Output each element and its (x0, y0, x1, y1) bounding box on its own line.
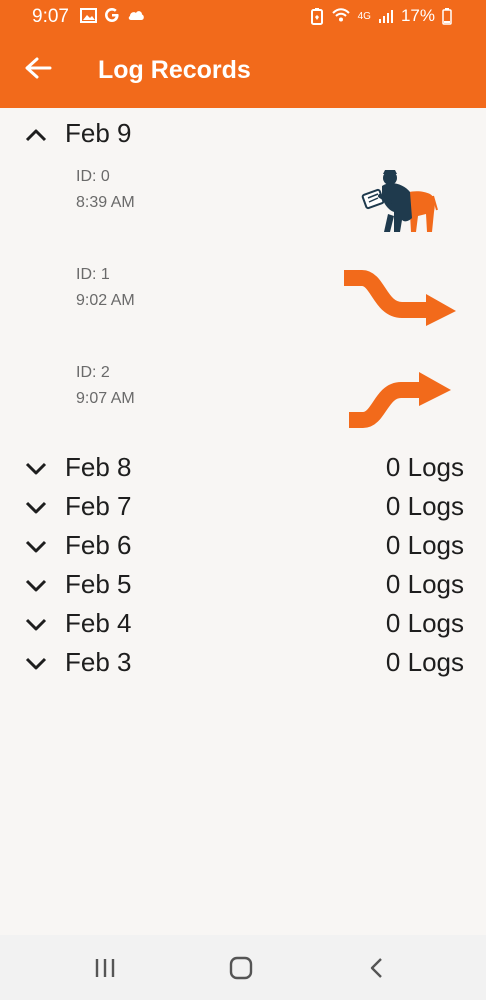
curved-arrow-right-down-icon (344, 270, 456, 326)
group-date: Feb 3 (65, 647, 132, 677)
image-icon (80, 7, 97, 23)
record-id: ID: 0 (76, 168, 110, 185)
group-log-count: 0 Logs (385, 647, 464, 677)
group-log-count: 0 Logs (385, 452, 464, 482)
battery-icon (442, 7, 452, 25)
record-time: 8:39 AM (76, 194, 135, 211)
record-time: 9:07 AM (76, 390, 135, 407)
list-item[interactable]: ID: 0 8:39 AM (0, 168, 486, 264)
system-nav-bar (0, 935, 486, 1000)
record-id: ID: 1 (76, 266, 110, 283)
battery-percent: 17% (400, 6, 435, 25)
status-bar: 9:07 4G 17% (0, 0, 486, 33)
group-header-feb-5[interactable]: Feb 5 0 Logs (0, 567, 486, 605)
chevron-up-icon (25, 129, 47, 142)
chevron-down-icon (25, 501, 47, 514)
group-header-feb-4[interactable]: Feb 4 0 Logs (0, 606, 486, 644)
chevron-down-icon (25, 657, 47, 670)
group-date: Feb 7 (65, 491, 132, 521)
group-log-count: 0 Logs (385, 491, 464, 521)
group-date: Feb 5 (65, 569, 132, 599)
chevron-down-icon (25, 618, 47, 631)
group-date: Feb 6 (65, 530, 132, 560)
network-type: 4G (357, 10, 371, 22)
farmer-inspecting-cow-icon (361, 170, 438, 232)
group-header-feb-3[interactable]: Feb 3 0 Logs (0, 645, 486, 683)
record-id: ID: 2 (76, 364, 110, 381)
cloud-icon (128, 11, 144, 20)
recent-apps-icon[interactable] (90, 955, 120, 981)
app-bar: Log Records (0, 33, 486, 108)
chevron-down-icon (25, 540, 47, 553)
list-item[interactable]: ID: 1 9:02 AM (0, 266, 486, 362)
chevron-down-icon (25, 462, 47, 475)
group-log-count: 0 Logs (385, 608, 464, 638)
list-item[interactable]: ID: 2 9:07 AM (0, 364, 486, 460)
group-header-feb-8[interactable]: Feb 8 0 Logs (0, 450, 486, 488)
group-date: Feb 8 (65, 452, 132, 482)
record-time: 9:02 AM (76, 292, 135, 309)
group-log-count: 0 Logs (385, 530, 464, 560)
arrow-left-icon[interactable] (22, 53, 54, 85)
battery-saver-icon (310, 7, 323, 25)
page-title: Log Records (98, 56, 251, 84)
back-icon[interactable] (363, 955, 393, 981)
wifi-calling-icon (331, 8, 350, 22)
google-icon (105, 8, 119, 22)
group-header-feb-6[interactable]: Feb 6 0 Logs (0, 528, 486, 566)
status-time: 9:07 (32, 6, 69, 27)
group-header-feb-7[interactable]: Feb 7 0 Logs (0, 489, 486, 527)
signal-icon (378, 9, 393, 23)
curved-arrow-right-up-icon (349, 372, 451, 428)
group-log-count: 0 Logs (385, 569, 464, 599)
group-date: Feb 9 (65, 118, 132, 148)
group-header-feb-9[interactable]: Feb 9 (0, 116, 486, 154)
home-icon[interactable] (226, 955, 256, 981)
chevron-down-icon (25, 579, 47, 592)
group-date: Feb 4 (65, 608, 132, 638)
